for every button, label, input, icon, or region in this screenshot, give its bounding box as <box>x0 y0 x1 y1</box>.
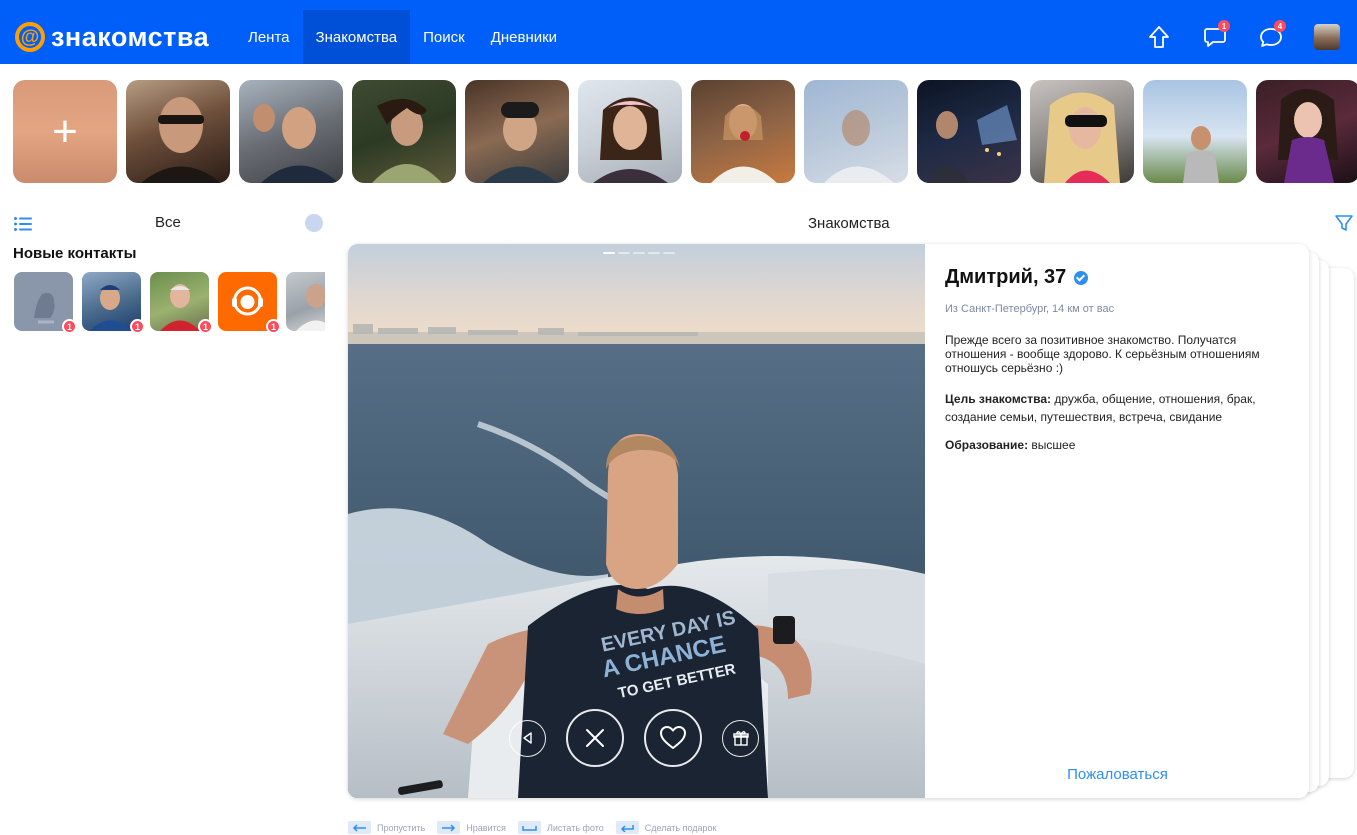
story-photo <box>141 97 221 183</box>
profile-info: Дмитрий, 37 Из Санкт-Петербург, 14 км от… <box>945 266 1290 452</box>
messages-badge: 4 <box>1274 20 1286 32</box>
like-button[interactable] <box>644 709 702 767</box>
story-photo <box>927 105 1017 183</box>
story-item[interactable] <box>126 80 230 183</box>
filter-icon[interactable] <box>1334 213 1354 233</box>
profile-card: EVERY DAY IS A CHANCE TO GET BETTER Дмит… <box>348 244 1309 798</box>
gift-button[interactable] <box>722 719 759 757</box>
profile-photo[interactable]: EVERY DAY IS A CHANCE TO GET BETTER <box>348 244 925 798</box>
story-photo <box>1278 89 1338 183</box>
story-photo <box>483 102 557 183</box>
nav-feed[interactable]: Лента <box>235 10 303 64</box>
chat-badge: 1 <box>1218 20 1230 32</box>
story-photo <box>824 110 894 183</box>
user-avatar[interactable] <box>1312 22 1342 52</box>
contact-badge: 1 <box>130 319 145 332</box>
arrow-right-key-icon <box>437 821 461 834</box>
story-photo <box>253 104 339 183</box>
verified-icon <box>1074 270 1089 285</box>
add-story-button[interactable]: + <box>13 80 117 183</box>
logo-text: знакомства <box>51 22 210 52</box>
filter-all-dropdown[interactable]: Все <box>155 214 181 231</box>
story-photo <box>593 97 668 183</box>
online-toggle[interactable] <box>305 214 323 232</box>
story-item[interactable] <box>804 80 908 183</box>
nav-dating[interactable]: Знакомства <box>302 10 411 64</box>
top-bar: @ знакомства Лента Знакомства Поиск Днев… <box>0 0 1357 64</box>
messages-icon[interactable]: 4 <box>1256 20 1286 52</box>
nav-search[interactable]: Поиск <box>410 10 478 64</box>
hotkey-gift-label: Сделать подарок <box>644 822 717 833</box>
avatar <box>1314 24 1340 50</box>
header-icons: 1 4 <box>1144 20 1342 52</box>
complain-link[interactable]: Пожаловаться <box>945 766 1290 783</box>
story-photo <box>1044 92 1120 183</box>
contact-badge: 1 <box>62 319 77 332</box>
nav-diaries[interactable]: Дневники <box>478 10 570 64</box>
profile-name: Дмитрий, 37 <box>945 266 1067 288</box>
plus-icon: + <box>52 106 78 156</box>
hotkey-skip-label: Пропустить <box>377 822 426 833</box>
photo-pager-item <box>618 252 630 254</box>
name-row: Дмитрий, 37 <box>945 266 1290 289</box>
story-item[interactable] <box>691 80 795 183</box>
contact-item[interactable]: 1 <box>150 272 213 332</box>
list-icon[interactable] <box>14 217 32 231</box>
skip-button[interactable] <box>566 709 624 767</box>
story-item[interactable] <box>1256 80 1357 183</box>
education-value: высшее <box>1028 438 1076 452</box>
story-item[interactable] <box>465 80 569 183</box>
hotkey-browse-label: Листать фото <box>546 822 604 833</box>
profile-education: Образование: высшее <box>945 438 1290 452</box>
profile-location: Из Санкт-Петербург, 14 км от вас <box>945 303 1115 315</box>
logo[interactable]: @ знакомства <box>15 22 209 52</box>
photo-pager-item <box>663 252 675 254</box>
new-contacts-title: Новые контакты <box>13 245 137 262</box>
photo-pager-item <box>633 252 645 254</box>
profile-card-stack: EVERY DAY IS A CHANCE TO GET BETTER Дмит… <box>348 244 1354 798</box>
space-key-icon <box>517 821 541 834</box>
contact-item[interactable]: 1 <box>82 272 145 332</box>
contact-badge: 1 <box>198 319 213 332</box>
arrow-left-key-icon <box>348 821 371 834</box>
photo-pager-item <box>648 252 660 254</box>
hotkey-like-label: Нравится <box>466 822 506 833</box>
contact-photo <box>296 284 325 331</box>
photo-pager-active <box>603 252 615 254</box>
triangle-left-icon <box>522 732 532 744</box>
heart-icon <box>660 726 686 749</box>
story-photo <box>711 104 777 183</box>
story-item[interactable] <box>239 80 343 183</box>
story-item[interactable] <box>352 80 456 183</box>
arrow-up-icon[interactable] <box>1144 22 1174 52</box>
story-photo <box>1183 126 1219 183</box>
stories-row: + <box>13 80 1357 183</box>
story-item[interactable] <box>1143 80 1247 183</box>
close-icon <box>586 729 604 747</box>
contact-item[interactable]: 1 <box>218 272 281 332</box>
header-inner: @ знакомства Лента Знакомства Поиск Днев… <box>7 10 1350 64</box>
new-contacts-list: 1 1 1 1 <box>14 272 325 332</box>
contact-item[interactable] <box>286 272 325 331</box>
story-item[interactable] <box>917 80 1021 183</box>
contact-badge: 1 <box>266 319 281 332</box>
hotkeys-hint: Пропустить Нравится Листать фото Сделать… <box>348 821 722 834</box>
goal-label: Цель знакомства: <box>945 392 1051 406</box>
photo-pager <box>603 252 675 254</box>
story-item[interactable] <box>1030 80 1134 183</box>
contact-item[interactable]: 1 <box>14 272 77 332</box>
back-button[interactable] <box>509 719 546 757</box>
gift-icon <box>732 731 749 746</box>
education-label: Образование: <box>945 438 1029 452</box>
logo-at-icon: @ <box>15 22 45 52</box>
page-title: Знакомства <box>808 215 890 232</box>
chat-icon[interactable]: 1 <box>1200 20 1230 52</box>
story-photo <box>372 98 442 183</box>
main-nav: Лента Знакомства Поиск Дневники <box>235 10 570 64</box>
enter-key-icon <box>615 821 639 834</box>
profile-goal: Цель знакомства: дружба, общение, отноше… <box>945 390 1290 426</box>
action-controls <box>509 709 759 767</box>
profile-about: Прежде всего за позитивное знакомство. П… <box>945 333 1260 375</box>
story-item[interactable] <box>578 80 682 183</box>
